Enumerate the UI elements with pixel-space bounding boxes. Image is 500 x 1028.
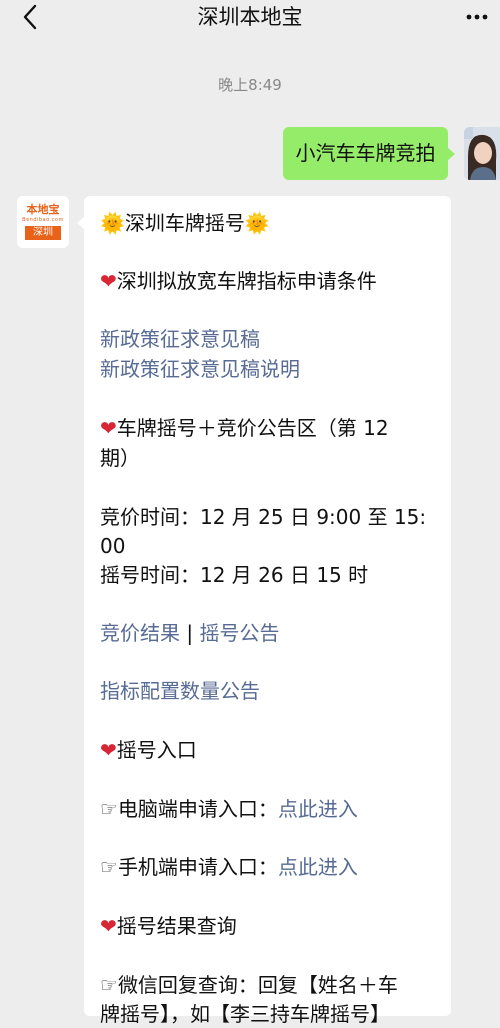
pointing-hand-icon: ☞ bbox=[100, 797, 118, 821]
mobile-entry-link[interactable]: 点此进入 bbox=[278, 855, 358, 879]
section-heading-text: 摇号结果查询 bbox=[116, 914, 237, 938]
policy-draft-explanation-link[interactable]: 新政策征求意见稿说明 bbox=[100, 357, 300, 381]
message-timestamp: 晚上8:49 bbox=[218, 76, 282, 94]
pc-entry-link[interactable]: 点此进入 bbox=[278, 797, 358, 821]
pc-entry-label: 电脑端申请入口： bbox=[117, 797, 278, 821]
section-heading: ❤摇号结果查询 bbox=[100, 912, 445, 940]
pc-entry-line: ☞电脑端申请入口：点此进入 bbox=[100, 795, 445, 823]
mobile-entry-line: ☞手机端申请入口：点此进入 bbox=[100, 853, 445, 881]
section-heading: ❤深圳拟放宽车牌指标申请条件 bbox=[100, 267, 445, 295]
message-title: 深圳车牌摇号 bbox=[124, 211, 245, 235]
wechat-query-line: ☞微信回复查询：回复【姓名＋车 bbox=[100, 971, 445, 999]
pointing-hand-icon: ☞ bbox=[100, 973, 118, 997]
nav-bar: 深圳本地宝 bbox=[0, 0, 500, 34]
sun-icon: 🌞 bbox=[244, 211, 270, 235]
outgoing-message[interactable]: 小汽车车牌竞拍 bbox=[283, 127, 455, 180]
more-icon bbox=[466, 14, 488, 20]
incoming-message bbox=[77, 196, 451, 1016]
policy-draft-link[interactable]: 新政策征求意见稿 bbox=[100, 327, 260, 351]
lottery-time: 摇号时间：12 月 26 日 15 时 bbox=[100, 563, 369, 587]
avatar-city-text: 深圳 bbox=[25, 226, 61, 240]
section-heading-text: 车牌摇号＋竞价公告区（第 12 bbox=[116, 416, 389, 440]
quota-notice-link[interactable]: 指标配置数量公告 bbox=[100, 679, 260, 703]
mobile-entry-label: 手机端申请入口： bbox=[117, 855, 278, 879]
heart-icon: ❤ bbox=[100, 738, 117, 762]
heart-icon: ❤ bbox=[100, 269, 117, 293]
wechat-query-continued: 牌摇号】，如【李三持车牌摇号】 bbox=[100, 1002, 390, 1026]
bid-result-link[interactable]: 竞价结果 bbox=[100, 621, 180, 645]
heart-icon: ❤ bbox=[100, 416, 117, 440]
link-separator: | bbox=[180, 621, 200, 645]
link-line: 指标配置数量公告 bbox=[100, 677, 445, 705]
link-line: 新政策征求意见稿说明 bbox=[100, 355, 445, 383]
avatar-brand-text: 本地宝 bbox=[26, 203, 60, 216]
user-avatar-image bbox=[464, 127, 500, 180]
bid-time-continued: 00 bbox=[100, 534, 126, 558]
more-button[interactable] bbox=[462, 2, 492, 32]
section-heading: ❤车牌摇号＋竞价公告区（第 12 bbox=[100, 414, 445, 442]
chat-title: 深圳本地宝 bbox=[197, 5, 303, 29]
link-line: 新政策征求意见稿 bbox=[100, 325, 445, 353]
bid-time: 竞价时间：12 月 25 日 9:00 至 15: bbox=[100, 505, 427, 529]
result-links: 竞价结果 | 摇号公告 bbox=[100, 619, 445, 647]
section-heading-continued: 期） bbox=[100, 446, 140, 470]
avatar-domain-text: Bendibao.com bbox=[22, 217, 64, 223]
section-heading-text: 深圳拟放宽车牌指标申请条件 bbox=[116, 269, 377, 293]
lottery-notice-link[interactable]: 摇号公告 bbox=[199, 621, 279, 645]
section-heading-text: 摇号入口 bbox=[116, 738, 197, 762]
pointing-hand-icon: ☞ bbox=[100, 855, 118, 879]
wechat-query-text: 微信回复查询：回复【姓名＋车 bbox=[117, 973, 398, 997]
section-heading: ❤摇号入口 bbox=[100, 736, 445, 764]
user-avatar[interactable] bbox=[464, 127, 500, 180]
sun-icon: 🌞 bbox=[100, 211, 125, 235]
heart-icon: ❤ bbox=[100, 914, 117, 938]
message-title-line: 🌞深圳车牌摇号🌞 bbox=[100, 209, 445, 237]
official-account-avatar[interactable]: 本地宝 Bendibao.com 深圳 bbox=[17, 196, 69, 248]
